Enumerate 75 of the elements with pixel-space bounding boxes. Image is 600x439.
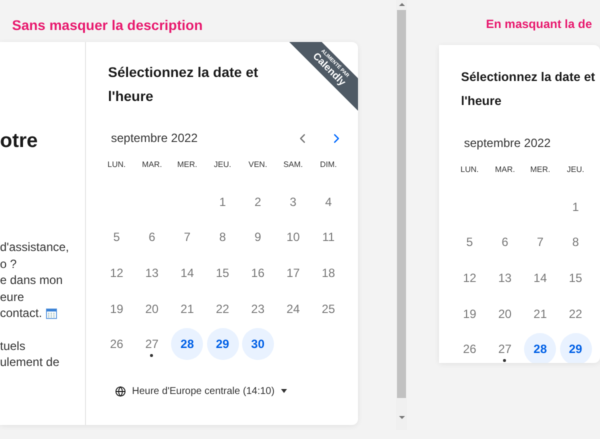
calendar-day: 3 [277, 186, 310, 218]
available-day[interactable]: 28 [171, 328, 204, 360]
description-text: d'assistance, [0, 239, 69, 256]
weekday-label: JEU. [566, 165, 584, 174]
calendar-day: 19 [100, 292, 133, 325]
section-heading: En masquant la de [485, 16, 594, 33]
calendar-day: 11 [312, 221, 344, 254]
month-label: septembre 2022 [463, 136, 552, 150]
calendar-day: 9 [242, 221, 274, 254]
calendar-day: 8 [560, 226, 592, 258]
description-text: tuels [0, 338, 26, 354]
calendar-day: 6 [488, 226, 521, 258]
calendar-day: 25 [312, 292, 344, 325]
timezone-selector[interactable]: Heure d'Europe centrale (14:10) [115, 386, 287, 397]
available-day[interactable]: 29 [206, 328, 239, 360]
calendar-day: 17 [277, 256, 310, 289]
weekday-label: MAR. [142, 160, 162, 169]
caret-icon [280, 389, 287, 394]
calendar-day: 20 [136, 292, 168, 325]
available-day[interactable]: 29 [560, 333, 592, 363]
calendar-day: 4 [312, 186, 344, 218]
calendar-day: 22 [560, 298, 592, 330]
calendar-day: 22 [206, 292, 239, 325]
calendar-day: 2 [242, 186, 274, 218]
calendar-day: 13 [488, 262, 521, 294]
description-text: contact. [0, 305, 42, 322]
calendar-day: 27 [488, 333, 521, 363]
description-text: ulement de [0, 354, 60, 370]
available-day[interactable]: 28 [524, 333, 556, 363]
calendar-day: 1 [206, 186, 239, 218]
calendar-day: 24 [277, 292, 310, 325]
month-label: septembre 2022 [110, 131, 199, 145]
calendar-day: 16 [242, 256, 274, 289]
section-heading: Sans masquer la description [11, 16, 204, 35]
description-text: e dans mon [0, 272, 63, 288]
calendar-title: Sélectionnez la date et l'heure [107, 63, 260, 106]
calendar-day: 12 [100, 256, 133, 289]
weekday-label: JEU. [214, 160, 232, 169]
globe-icon [115, 386, 126, 397]
calendar-day: 6 [136, 221, 168, 254]
calendar-day: 21 [524, 298, 556, 330]
calendar-day: 21 [171, 292, 204, 325]
weekday-label: LUN. [460, 165, 479, 174]
calendar-day: 12 [454, 262, 486, 294]
calendar-day: 15 [560, 262, 592, 294]
weekday-label: MAR. [494, 165, 515, 174]
calendar-day: 7 [524, 226, 556, 258]
description-text: eure [0, 288, 24, 305]
calendar-day: 18 [312, 256, 344, 289]
calendar-day: 8 [206, 221, 239, 254]
calendar-day: 1 [560, 190, 592, 223]
calendar-day: 14 [171, 256, 204, 289]
calendar-day: 20 [488, 298, 521, 330]
weekday-label: VEN. [248, 160, 268, 169]
calendar-day: 5 [454, 226, 486, 258]
calendar-day: 7 [171, 221, 204, 254]
event-title: otre [0, 130, 39, 153]
calendar-day: 27 [136, 328, 168, 360]
available-day[interactable]: 30 [242, 328, 274, 360]
calendar-day: 13 [136, 256, 168, 289]
calendar-title: Sélectionnez la date et l'heure [460, 69, 596, 110]
calendar-day: 26 [100, 328, 133, 360]
calendar-day: 26 [454, 333, 486, 363]
weekday-label: LUN. [108, 160, 126, 169]
weekday-label: MER. [530, 165, 550, 174]
description-text: o ? [0, 256, 17, 272]
weekday-label: DIM. [320, 160, 337, 169]
calendar-day: 23 [242, 292, 274, 325]
calendar-day: 14 [524, 262, 556, 294]
weekday-label: MER. [177, 160, 198, 169]
calendar-day: 19 [454, 298, 486, 330]
calendar-day: 15 [206, 256, 239, 289]
weekday-label: SAM. [283, 160, 303, 169]
calendar-day: 10 [277, 221, 310, 254]
calendar-day: 5 [100, 221, 133, 254]
